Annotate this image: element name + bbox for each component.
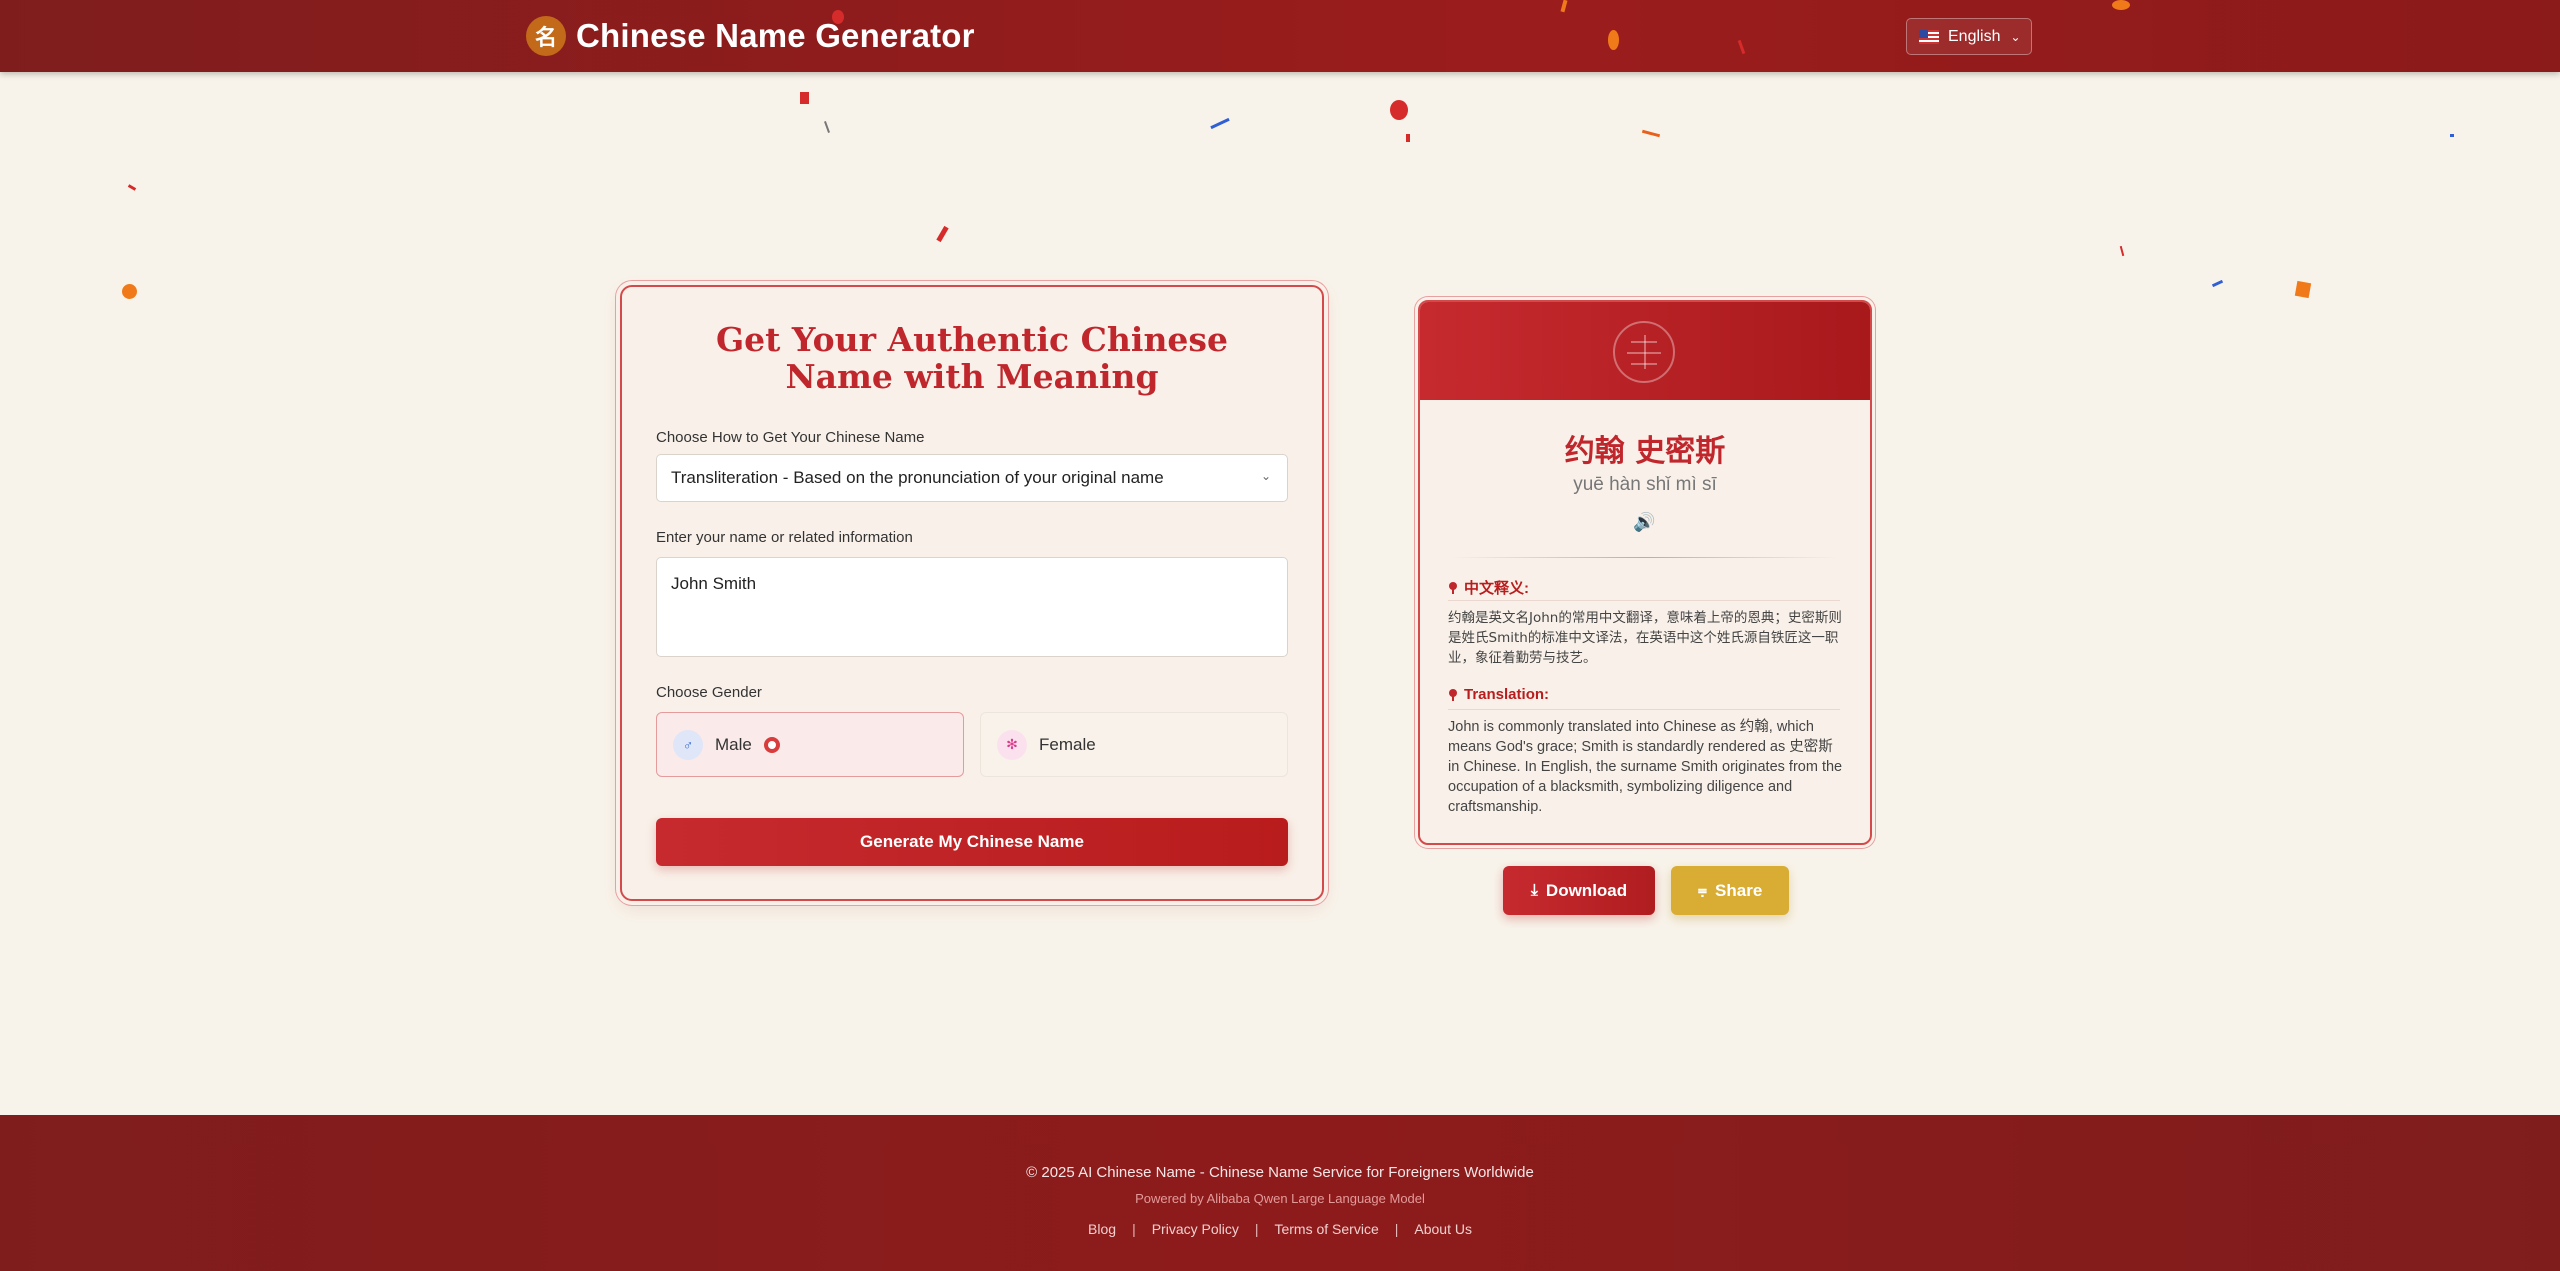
radio-selected-icon <box>763 736 780 753</box>
us-flag-icon <box>1919 29 1939 44</box>
chinese-meaning-text: 约翰是英文名John的常用中文翻译，意味着上帝的恩典；史密斯则是姓氏Smith的… <box>1448 610 1842 666</box>
confetti-piece <box>1641 129 1661 138</box>
confetti-piece <box>2211 279 2224 288</box>
footer-link-privacy[interactable]: Privacy Policy <box>1152 1221 1239 1237</box>
gender-option-female[interactable]: ✻ Female <box>980 712 1288 777</box>
footer-separator: | <box>1394 1221 1399 1237</box>
confetti-piece <box>1406 134 1410 142</box>
site-title: Chinese Name Generator <box>576 17 975 54</box>
gender-option-male[interactable]: ♂ Male <box>656 712 964 777</box>
pin-icon <box>1448 581 1458 594</box>
confetti-piece <box>936 225 949 243</box>
confetti-piece <box>1608 30 1619 50</box>
confetti-piece <box>1390 100 1408 120</box>
translation-title: Translation: <box>1448 686 1549 703</box>
divider <box>1448 709 1840 710</box>
footer-link-blog[interactable]: Blog <box>1088 1221 1116 1237</box>
logo-badge-icon: 名 <box>526 16 566 56</box>
share-label: Share <box>1715 880 1763 900</box>
chevron-down-icon: ⌄ <box>1260 469 1271 483</box>
confetti-piece <box>2112 0 2130 10</box>
chinese-meaning-title: 中文释义: <box>1448 577 1529 598</box>
language-label: English <box>1948 27 2001 45</box>
gender-label: Choose Gender <box>656 684 762 701</box>
gender-option-label: Male <box>715 734 752 754</box>
download-button[interactable]: ⤓ Download <box>1503 866 1655 915</box>
download-label: Download <box>1545 880 1628 900</box>
gender-option-label: Female <box>1039 734 1096 754</box>
confetti-piece <box>824 121 830 133</box>
name-input-label: Enter your name or related information <box>656 529 913 546</box>
footer-links: Blog | Privacy Policy | Terms of Service… <box>0 1221 2560 1237</box>
confetti-piece <box>2450 134 2454 137</box>
translation-title-text: Translation: <box>1464 686 1550 703</box>
translation-text: John is commonly translated into Chinese… <box>1448 719 1843 815</box>
pin-icon <box>1448 688 1458 701</box>
site-logo[interactable]: 名 Chinese Name Generator <box>526 16 975 56</box>
confetti-piece <box>127 184 137 191</box>
seal-emblem-icon <box>1613 321 1675 383</box>
pinyin: yuē hàn shǐ mì sī <box>1573 474 1717 495</box>
footer-link-about[interactable]: About Us <box>1414 1221 1472 1237</box>
footer-powered-by: Powered by Alibaba Qwen Large Language M… <box>1135 1191 1425 1206</box>
result-card: 约翰 史密斯 yuē hàn shǐ mì sī 🔊 中文释义: 约翰是英文名J… <box>1418 300 1872 845</box>
share-button[interactable]: ⩦ Share <box>1671 866 1789 915</box>
method-select-value: Transliteration - Based on the pronuncia… <box>671 468 1164 487</box>
confetti-piece <box>1210 117 1230 130</box>
name-generator-form: Get Your Authentic Chinese Name with Mea… <box>620 285 1324 901</box>
name-textarea[interactable]: John Smith <box>656 557 1288 657</box>
footer-link-terms[interactable]: Terms of Service <box>1274 1221 1378 1237</box>
footer-separator: | <box>1132 1221 1136 1237</box>
chinese-name: 约翰 史密斯 <box>1564 434 1726 469</box>
divider <box>1448 600 1840 601</box>
female-icon: ✻ <box>997 729 1027 760</box>
form-title: Get Your Authentic Chinese Name with Mea… <box>715 320 1228 396</box>
divider <box>1450 557 1840 558</box>
chevron-down-icon: ⌄ <box>2010 29 2021 44</box>
download-icon: ⤓ <box>1530 881 1538 899</box>
male-icon: ♂ <box>673 729 703 760</box>
share-icon: ⩦ <box>1697 881 1708 899</box>
confetti-piece <box>2294 280 2312 299</box>
footer-copyright: © 2025 AI Chinese Name - Chinese Name Se… <box>1026 1164 1534 1181</box>
language-selector[interactable]: English ⌄ <box>1906 18 2032 55</box>
chinese-meaning-title-text: 中文释义: <box>1464 580 1529 597</box>
footer: © 2025 AI Chinese Name - Chinese Name Se… <box>0 1115 2560 1271</box>
footer-separator: | <box>1254 1221 1259 1237</box>
speaker-icon[interactable]: 🔊 <box>1633 512 1655 533</box>
top-nav-bar: 名 Chinese Name Generator English ⌄ <box>0 0 2560 72</box>
generate-button[interactable]: Generate My Chinese Name <box>656 818 1288 866</box>
result-card-header <box>1420 302 1870 400</box>
confetti-piece <box>2119 245 2125 257</box>
method-select[interactable]: Transliteration - Based on the pronuncia… <box>656 454 1288 502</box>
confetti-piece <box>800 92 809 104</box>
confetti-piece <box>832 10 844 24</box>
method-label: Choose How to Get Your Chinese Name <box>656 429 925 446</box>
confetti-piece <box>122 284 137 299</box>
